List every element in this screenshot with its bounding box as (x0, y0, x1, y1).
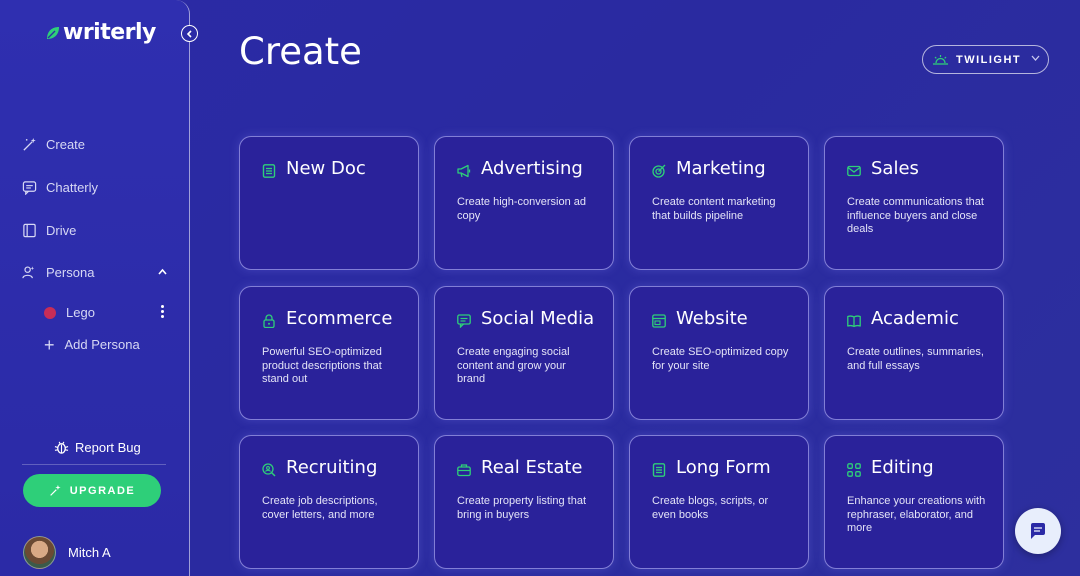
card-description: Create communications that influence buy… (847, 196, 984, 235)
plus-icon: + (44, 334, 55, 355)
card-title: Marketing (676, 158, 766, 179)
card-social-media[interactable]: Social Media Create engaging social cont… (434, 286, 614, 420)
magic-wand-icon (23, 137, 36, 151)
drive-icon (23, 223, 36, 238)
message-icon (457, 314, 471, 328)
card-recruiting[interactable]: Recruiting Create job descriptions, cove… (239, 435, 419, 569)
card-advertising[interactable]: Advertising Create high-conversion ad co… (434, 136, 614, 270)
card-title: Sales (871, 158, 919, 179)
grid-icon (847, 463, 861, 477)
browser-icon (652, 314, 666, 328)
chat-icon (22, 181, 37, 195)
add-persona-label: Add Persona (64, 337, 140, 352)
card-website[interactable]: Website Create SEO-optimized copy for yo… (629, 286, 809, 420)
target-icon (652, 164, 666, 178)
card-title: Academic (871, 308, 959, 329)
sidebar-item-label: Chatterly (46, 180, 99, 195)
card-description: Create engaging social content and grow … (457, 346, 570, 385)
user-name: Mitch A (68, 545, 111, 560)
collapse-sidebar-button[interactable] (181, 25, 198, 42)
card-title: Ecommerce (286, 308, 393, 329)
sparkle-icon (49, 484, 61, 496)
sunrise-icon (933, 54, 948, 65)
mail-icon (847, 165, 861, 177)
leaf-icon (47, 26, 59, 39)
persona-icon (22, 266, 35, 279)
card-description: Create job descriptions, cover letters, … (262, 495, 378, 521)
chat-support-button[interactable] (1015, 508, 1061, 554)
megaphone-icon (457, 164, 471, 178)
card-title: Website (676, 308, 748, 329)
card-description: Create high-conversion ad copy (457, 196, 587, 222)
card-academic[interactable]: Academic Create outlines, summaries, and… (824, 286, 1004, 420)
card-ecommerce[interactable]: Ecommerce Powerful SEO-optimized product… (239, 286, 419, 420)
card-long-form[interactable]: Long Form Create blogs, scripts, or even… (629, 435, 809, 569)
sidebar-divider (22, 464, 166, 465)
card-description: Enhance your creations with rephraser, e… (847, 495, 986, 534)
card-description: Create property listing that bring in bu… (457, 495, 587, 521)
card-title: Social Media (481, 308, 595, 329)
app-logo[interactable]: writerly (46, 20, 156, 45)
page-title: Create (239, 30, 362, 73)
briefcase-icon (457, 464, 471, 477)
more-options-icon[interactable] (161, 305, 165, 320)
card-title: Real Estate (481, 457, 583, 478)
card-title: Recruiting (286, 457, 378, 478)
sidebar-item-label: Create (46, 137, 86, 152)
persona-color-dot (44, 306, 56, 319)
document-icon (262, 164, 276, 178)
card-title: Editing (871, 457, 934, 478)
theme-select-value: TWILIGHT (956, 53, 1022, 66)
sidebar-item-drive[interactable]: Drive (22, 223, 76, 238)
sidebar: writerly Create Chatterly Drive Persona … (0, 0, 190, 576)
card-sales[interactable]: Sales Create communications that influen… (824, 136, 1004, 270)
lock-icon (263, 314, 275, 328)
app-name: writerly (63, 20, 156, 45)
document-icon (652, 463, 666, 477)
theme-select[interactable]: TWILIGHT (922, 45, 1049, 74)
persona-item-label: Lego (66, 305, 95, 320)
chevron-left-icon (186, 29, 192, 38)
card-title: Long Form (676, 457, 771, 478)
card-description: Powerful SEO-optimized product descripti… (262, 346, 382, 385)
card-title: Advertising (481, 158, 583, 179)
add-persona-button[interactable]: + Add Persona (44, 334, 140, 355)
sidebar-item-persona[interactable]: Persona (22, 265, 94, 280)
sidebar-item-label: Persona (46, 265, 95, 280)
bug-icon (54, 441, 69, 454)
card-description: Create SEO-optimized copy for your site (652, 346, 789, 372)
book-icon (847, 315, 861, 328)
card-marketing[interactable]: Marketing Create content marketing that … (629, 136, 809, 270)
avatar (23, 536, 56, 569)
persona-item-lego[interactable]: Lego (44, 305, 95, 320)
search-person-icon (262, 463, 276, 477)
sidebar-item-create[interactable]: Create (22, 137, 85, 152)
chevron-up-icon[interactable] (158, 268, 167, 275)
sidebar-item-chatterly[interactable]: Chatterly (22, 180, 98, 195)
card-description: Create content marketing that builds pip… (652, 196, 776, 222)
card-editing[interactable]: Editing Enhance your creations with reph… (824, 435, 1004, 569)
upgrade-label: UPGRADE (69, 484, 136, 497)
report-bug-button[interactable]: Report Bug (54, 440, 141, 455)
card-description: Create blogs, scripts, or even books (652, 495, 769, 521)
report-bug-label: Report Bug (75, 440, 141, 455)
sidebar-item-label: Drive (46, 223, 77, 238)
chevron-down-icon (1031, 55, 1040, 61)
card-title: New Doc (286, 158, 366, 179)
upgrade-button[interactable]: UPGRADE (23, 474, 161, 507)
card-description: Create outlines, summaries, and full ess… (847, 346, 984, 372)
user-profile[interactable]: Mitch A (23, 536, 111, 569)
card-real-estate[interactable]: Real Estate Create property listing that… (434, 435, 614, 569)
chat-bubble-icon (1031, 523, 1045, 539)
card-new-doc[interactable]: New Doc (239, 136, 419, 270)
